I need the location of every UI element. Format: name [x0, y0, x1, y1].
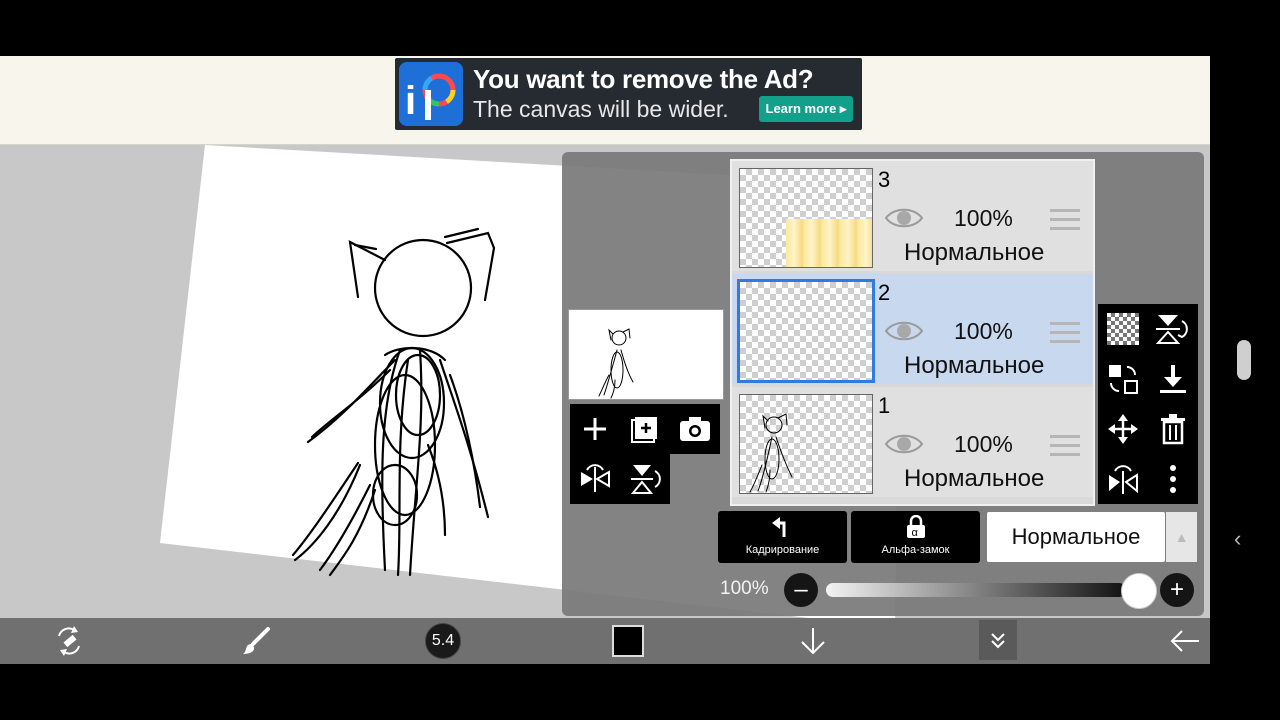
flip-layer-vertical-icon[interactable] [1153, 309, 1193, 349]
clipping-button[interactable]: Кадрирование [718, 511, 847, 563]
alpha-lock-icon: α [851, 514, 980, 545]
layer-opacity: 100% [954, 431, 1013, 457]
camera-icon[interactable] [675, 409, 715, 449]
bottom-toolbar: 5.4 [0, 618, 1210, 664]
ibis-paint-logo-icon: i [399, 62, 463, 126]
layer-blend-mode: Нормальное [904, 465, 1045, 492]
merge-down-swap-icon[interactable] [1103, 359, 1143, 399]
flip-layer-horizontal-icon[interactable] [1103, 459, 1143, 499]
move-icon[interactable] [1103, 409, 1143, 449]
scroll-indicator[interactable] [1237, 340, 1251, 380]
canvas-preview-thumbnail[interactable] [568, 309, 724, 400]
current-color-swatch [612, 625, 644, 657]
ad-banner[interactable]: i You want to remove the Ad? The canvas … [395, 58, 862, 130]
blend-mode-arrow-icon[interactable]: ▲ [1166, 512, 1197, 562]
brush-size-value: 5.4 [425, 623, 461, 659]
add-layer-copy-icon[interactable] [625, 409, 665, 449]
layer-thumbnail[interactable] [739, 394, 873, 494]
drag-handle-icon[interactable] [1050, 209, 1080, 231]
drag-handle-icon[interactable] [1050, 435, 1080, 457]
down-arrow-icon[interactable] [790, 618, 836, 664]
layer-opacity: 100% [954, 318, 1013, 344]
alpha-lock-button[interactable]: α Альфа-замок [851, 511, 980, 563]
color-picker-button[interactable] [605, 618, 651, 664]
transparency-checker-icon[interactable] [1103, 309, 1143, 349]
merge-down-icon[interactable] [1153, 359, 1193, 399]
layer-blend-mode: Нормальное [904, 352, 1045, 379]
clipping-icon [718, 515, 847, 545]
layer-number: 1 [878, 393, 891, 418]
brush-tool-icon[interactable] [233, 618, 279, 664]
layer-blend-mode: Нормальное [904, 239, 1045, 266]
transform-tool-icon[interactable] [46, 618, 92, 664]
opacity-value-label: 100% [720, 578, 769, 599]
flip-vertical-icon[interactable] [625, 459, 665, 499]
layer-side-toolbar [1098, 304, 1198, 504]
opacity-increase-button[interactable]: + [1160, 573, 1194, 607]
clipping-label: Кадрирование [745, 544, 820, 556]
drag-handle-icon[interactable] [1050, 322, 1080, 344]
visibility-eye-icon[interactable] [884, 205, 924, 231]
ad-subtitle: The canvas will be wider. [473, 96, 729, 122]
more-options-icon[interactable] [1153, 459, 1193, 499]
learn-more-button[interactable]: Learn more ▸ [759, 96, 853, 122]
layer-thumbnail[interactable] [739, 168, 873, 268]
ad-title: You want to remove the Ad? [473, 64, 814, 94]
opacity-slider-knob[interactable] [1121, 573, 1157, 609]
back-arrow-icon[interactable] [1162, 618, 1208, 664]
alpha-lock-label: Альфа-замок [881, 544, 950, 556]
svg-text:α: α [911, 527, 918, 539]
layer-number: 3 [878, 167, 891, 192]
layer-thumbnail[interactable] [737, 279, 875, 383]
add-layer-icon[interactable] [575, 409, 615, 449]
layer-row-2[interactable]: 2 100% Нормальное [732, 274, 1093, 384]
nav-back-chevron-icon[interactable]: ‹ [1234, 526, 1241, 552]
brush-size-button[interactable]: 5.4 [420, 618, 466, 664]
layer-row-1[interactable]: 1 100% Нормальное [732, 387, 1093, 497]
layer-panel-toggle-icon[interactable] [979, 620, 1017, 660]
visibility-eye-icon[interactable] [884, 318, 924, 344]
blend-mode-select[interactable]: Нормальное [987, 512, 1165, 562]
opacity-decrease-button[interactable]: – [784, 573, 818, 607]
layer-row-3[interactable]: 3 100% Нормальное [732, 161, 1093, 271]
layer-opacity: 100% [954, 205, 1013, 231]
flip-horizontal-icon[interactable] [575, 459, 615, 499]
visibility-eye-icon[interactable] [884, 431, 924, 457]
svg-text:i: i [405, 79, 416, 123]
opacity-slider[interactable] [826, 583, 1126, 597]
layer-list[interactable]: 3 100% Нормальное 2 100% Нормальное 1 10… [730, 159, 1095, 506]
trash-icon[interactable] [1153, 409, 1193, 449]
layer-number: 2 [878, 280, 891, 305]
